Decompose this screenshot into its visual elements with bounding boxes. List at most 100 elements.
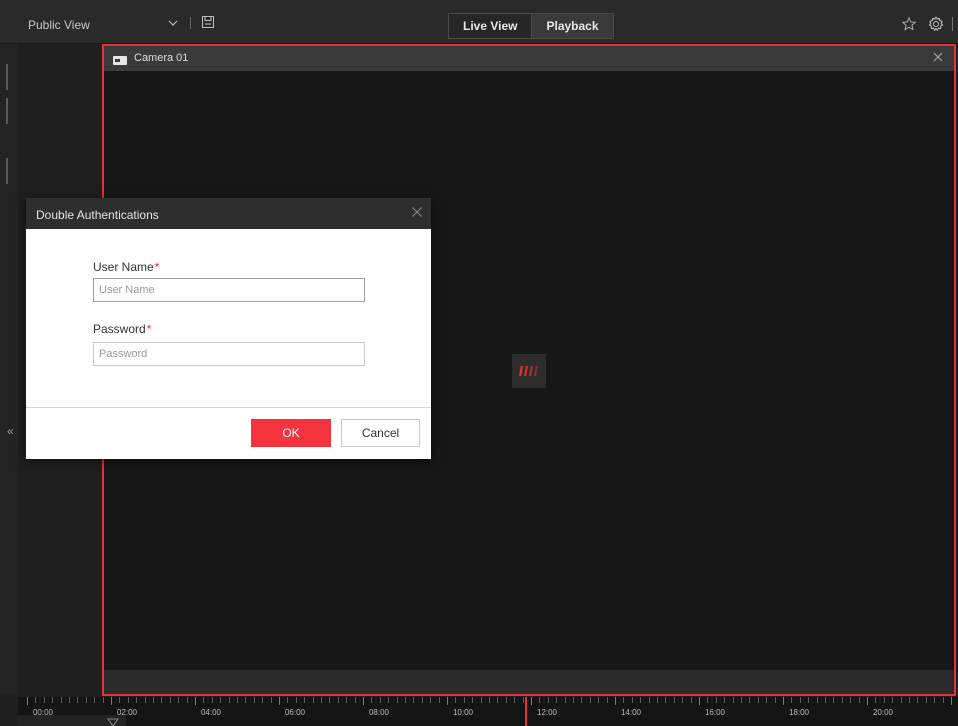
timeline-tick — [925, 697, 927, 703]
timeline-tick — [892, 697, 894, 703]
timeline-tick — [791, 697, 793, 703]
timeline-tick — [934, 697, 936, 703]
timeline-tick-label: 02:00 — [116, 708, 138, 717]
timeline-tick — [136, 697, 138, 703]
timeline-tick-label: 04:00 — [200, 708, 222, 717]
timeline-tick — [547, 697, 549, 703]
timeline-tick — [909, 697, 910, 703]
loading-icon — [512, 354, 546, 388]
save-icon[interactable] — [200, 14, 216, 30]
timeline-tick — [741, 697, 742, 703]
timeline-tick — [480, 697, 482, 703]
timeline-tick — [825, 697, 826, 703]
playback-timeline[interactable]: 00:00 02:00 04:00 06:00 08:00 10:00 12:00 14:00… — [18, 697, 958, 726]
tab-live-view[interactable]: Live View — [449, 14, 532, 38]
timeline-tick — [715, 697, 717, 703]
timeline-tick — [858, 697, 860, 703]
timeline-tick — [816, 697, 818, 703]
timeline-tick — [682, 697, 684, 703]
timeline-tick — [850, 697, 852, 703]
timeline-tick — [388, 697, 390, 703]
top-bar: Public View Live View Playback — [0, 0, 958, 44]
timeline-tick — [77, 697, 79, 703]
timeline-tick — [539, 697, 541, 703]
dialog-divider — [26, 407, 431, 408]
timeline-tick — [60, 697, 62, 703]
timeline-tick — [127, 697, 129, 703]
timeline-tick — [724, 697, 726, 703]
triangle-down-icon[interactable] — [107, 716, 119, 726]
timeline-tick — [430, 697, 432, 703]
panel-marker — [6, 64, 8, 90]
timeline-tick — [942, 697, 944, 703]
timeline-tick — [279, 697, 280, 705]
timeline-tick — [631, 697, 633, 703]
timeline-tick — [153, 697, 154, 703]
timeline-tick — [833, 697, 835, 703]
timeline-tick — [665, 697, 667, 703]
timeline-tick — [648, 697, 650, 703]
timeline-tick-label: 06:00 — [284, 708, 306, 717]
timeline-tick — [144, 697, 146, 703]
time-cursor[interactable] — [525, 697, 527, 726]
close-icon[interactable] — [411, 206, 423, 218]
close-icon[interactable] — [932, 51, 944, 63]
gear-icon[interactable] — [927, 15, 945, 33]
timeline-tick — [447, 697, 448, 705]
timeline-tick — [640, 697, 642, 703]
timeline-tick — [220, 697, 222, 703]
timeline-tick — [606, 697, 608, 703]
timeline-tick — [623, 697, 625, 703]
timeline-tick — [262, 697, 264, 703]
timeline-tick — [413, 697, 415, 703]
password-input[interactable] — [93, 342, 365, 366]
timeline-tick — [354, 697, 356, 703]
timeline-tick — [589, 697, 591, 703]
timeline-tick — [102, 697, 104, 703]
camera-toolbar — [104, 670, 954, 694]
timeline-tick — [94, 697, 96, 703]
dialog-header: Double Authentications — [26, 198, 431, 229]
timeline-tick — [463, 697, 465, 703]
timeline-tick — [497, 697, 499, 703]
cancel-button[interactable]: Cancel — [341, 419, 420, 447]
timeline-tick — [287, 697, 289, 703]
star-icon[interactable] — [901, 16, 917, 32]
timeline-tick — [951, 697, 952, 705]
toolbar-divider — [190, 17, 191, 29]
timeline-tick — [757, 697, 759, 703]
timeline-tick — [573, 697, 574, 703]
timeline-tick-label: 18:00 — [788, 708, 810, 717]
timeline-tick — [883, 697, 885, 703]
timeline-tick — [43, 697, 45, 703]
expand-panel-icon[interactable]: « — [7, 424, 14, 438]
timeline-tick — [657, 697, 658, 703]
timeline-tick — [329, 697, 331, 703]
panel-marker — [6, 158, 8, 184]
ok-button[interactable]: OK — [251, 419, 331, 447]
timeline-tick — [363, 697, 364, 705]
chevron-down-icon[interactable] — [165, 15, 181, 31]
timeline-tick-label: 08:00 — [368, 708, 390, 717]
timeline-tick-label: 16:00 — [704, 708, 726, 717]
timeline-tick — [556, 697, 558, 703]
timeline-tick — [178, 697, 180, 703]
view-name[interactable]: Public View — [28, 18, 90, 32]
timeline-tick — [405, 697, 406, 703]
timeline-tick — [841, 697, 843, 703]
timeline-tick — [295, 697, 297, 703]
timeline-tick — [615, 697, 616, 705]
left-panel-collapsed: « — [0, 44, 18, 694]
timeline-tick — [211, 697, 213, 703]
username-input[interactable] — [93, 278, 365, 302]
required-mark: * — [146, 322, 152, 336]
timeline-tick — [237, 697, 238, 703]
timeline-tick — [783, 697, 784, 705]
timeline-tick — [186, 697, 188, 703]
timeline-tick — [371, 697, 373, 703]
timeline-tick — [808, 697, 810, 703]
timeline-tick — [514, 697, 516, 703]
timeline-tick — [195, 697, 196, 705]
tab-playback[interactable]: Playback — [531, 14, 613, 38]
timeline-tick — [119, 697, 121, 703]
